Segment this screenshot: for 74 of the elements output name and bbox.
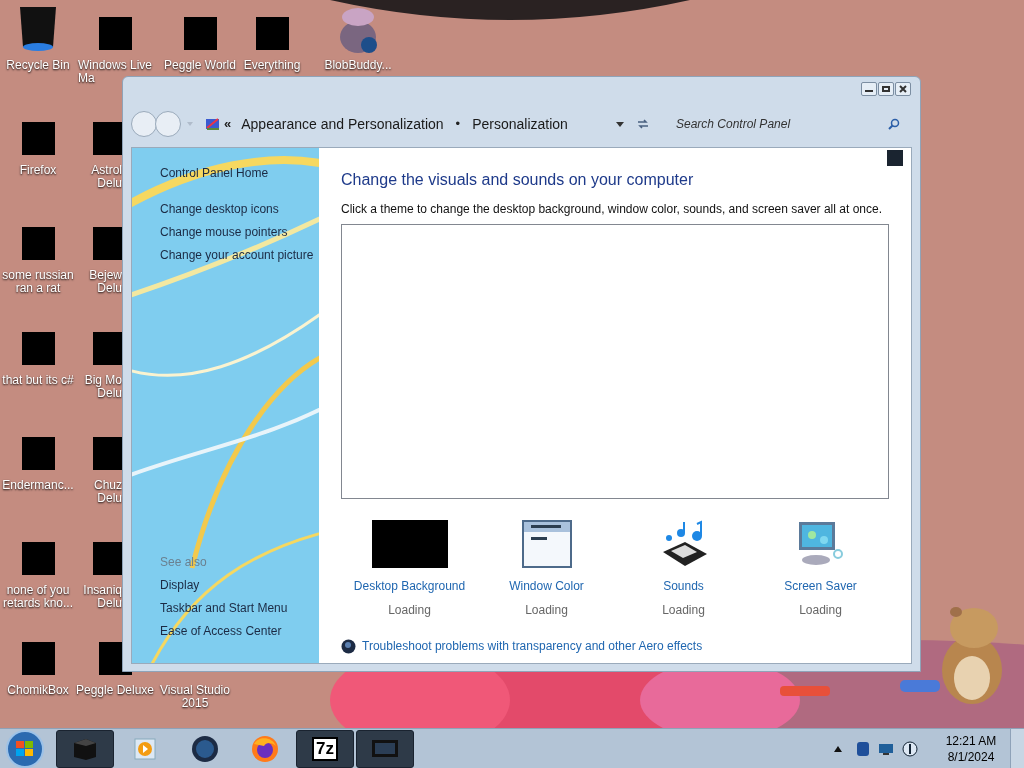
icon-label: that but its c# bbox=[2, 374, 74, 387]
redacted-icon bbox=[21, 122, 55, 155]
icon-label: Firefox bbox=[19, 164, 57, 177]
loading-status: Loading bbox=[388, 602, 431, 619]
sidebar-link[interactable]: Change desktop icons bbox=[160, 198, 319, 221]
taskbar-button[interactable] bbox=[56, 729, 114, 768]
globe-icon bbox=[341, 638, 356, 654]
breadcrumb-item[interactable]: Personalization bbox=[472, 113, 568, 135]
thumbnail-icon bbox=[887, 150, 903, 166]
redacted-icon bbox=[21, 437, 55, 470]
redacted-icon bbox=[21, 332, 55, 365]
icon-label: Everything bbox=[243, 59, 301, 72]
close-button[interactable] bbox=[895, 82, 911, 96]
window-icon bbox=[521, 520, 572, 568]
page-subtitle: Click a theme to change the desktop background, window color, sounds, and screen saver all at once. bbox=[341, 201, 883, 218]
icon-label: Windows Live Ma bbox=[78, 59, 152, 85]
icon-label: none of you retards kno... bbox=[3, 584, 73, 610]
dropdown-arrow-icon bbox=[187, 122, 193, 126]
taskbar-button[interactable] bbox=[356, 729, 414, 768]
setting-link[interactable]: Desktop Background bbox=[353, 577, 466, 595]
tray-app-icon[interactable] bbox=[856, 740, 870, 757]
icon-label: some russian ran a rat bbox=[2, 269, 74, 295]
maximize-button[interactable] bbox=[878, 82, 894, 96]
play-icon bbox=[133, 736, 157, 761]
redacted-icon bbox=[255, 17, 289, 50]
network-icon[interactable] bbox=[878, 741, 894, 756]
icon-label: Bejew Delu bbox=[89, 269, 122, 295]
windows-logo-icon bbox=[16, 740, 34, 757]
icon-label: Peggle Deluxe bbox=[75, 684, 155, 697]
icon-label: Peggle World bbox=[164, 59, 236, 72]
icon-label: Chuz Delu bbox=[94, 479, 122, 505]
loading-status: Loading bbox=[662, 602, 705, 619]
icon-label: Insaniq Delu bbox=[83, 584, 122, 610]
setting-link[interactable]: Window Color bbox=[509, 577, 584, 595]
sidebar-link[interactable]: Change mouse pointers bbox=[160, 221, 319, 244]
setting-link[interactable]: Sounds bbox=[663, 577, 704, 595]
taskbar-button[interactable]: 7z bbox=[296, 729, 354, 768]
icon-label: Endermanc... bbox=[2, 479, 74, 492]
refresh-icon[interactable] bbox=[636, 118, 650, 130]
show-hidden-icons-icon[interactable] bbox=[834, 745, 842, 752]
breadcrumb-separator[interactable]: • bbox=[455, 114, 461, 134]
computer-icon bbox=[71, 736, 99, 761]
icon-label: Astrol Delu bbox=[91, 164, 122, 190]
sidebar-link[interactable]: Display bbox=[160, 574, 319, 597]
loading-status: Loading bbox=[799, 602, 842, 619]
breadcrumb-item[interactable]: Appearance and Personalization bbox=[241, 113, 444, 135]
clock-time[interactable]: 12:21 AM bbox=[945, 732, 997, 749]
icon-label: ChomikBox bbox=[7, 684, 69, 697]
monitor-icon bbox=[371, 737, 399, 760]
minimize-button[interactable] bbox=[861, 82, 877, 96]
redacted-icon bbox=[21, 227, 55, 260]
redacted-icon bbox=[21, 542, 55, 575]
start-button[interactable] bbox=[6, 729, 44, 768]
page-title: Change the visuals and sounds on your computer bbox=[341, 170, 695, 190]
control-panel-icon bbox=[205, 117, 221, 131]
icon-label: Recycle Bin bbox=[6, 59, 70, 72]
breadcrumb-chevron[interactable]: « bbox=[224, 114, 232, 134]
icon-label: BlobBuddy... bbox=[324, 59, 392, 72]
firefox-icon bbox=[250, 733, 280, 764]
dropdown-arrow-icon[interactable] bbox=[616, 121, 624, 127]
search-field[interactable]: Search Control Panel bbox=[676, 115, 888, 133]
redacted-icon bbox=[21, 642, 55, 675]
redacted-icon bbox=[183, 17, 217, 50]
loading-status: Loading bbox=[525, 602, 568, 619]
icon-label: Visual Studio 2015 bbox=[160, 684, 230, 710]
setting-link[interactable]: Screen Saver bbox=[784, 577, 857, 595]
redacted-icon bbox=[98, 17, 132, 50]
icon-label: Big Mo Delu bbox=[84, 374, 122, 400]
close-icon bbox=[899, 85, 907, 93]
archive-logo: 7z bbox=[312, 736, 338, 761]
search-icon bbox=[888, 118, 900, 130]
troubleshoot-link[interactable]: Troubleshoot problems with transparency and other Aero effects bbox=[362, 637, 703, 655]
clock-date[interactable]: 8/1/2024 bbox=[947, 748, 995, 765]
globe-icon bbox=[191, 734, 219, 763]
